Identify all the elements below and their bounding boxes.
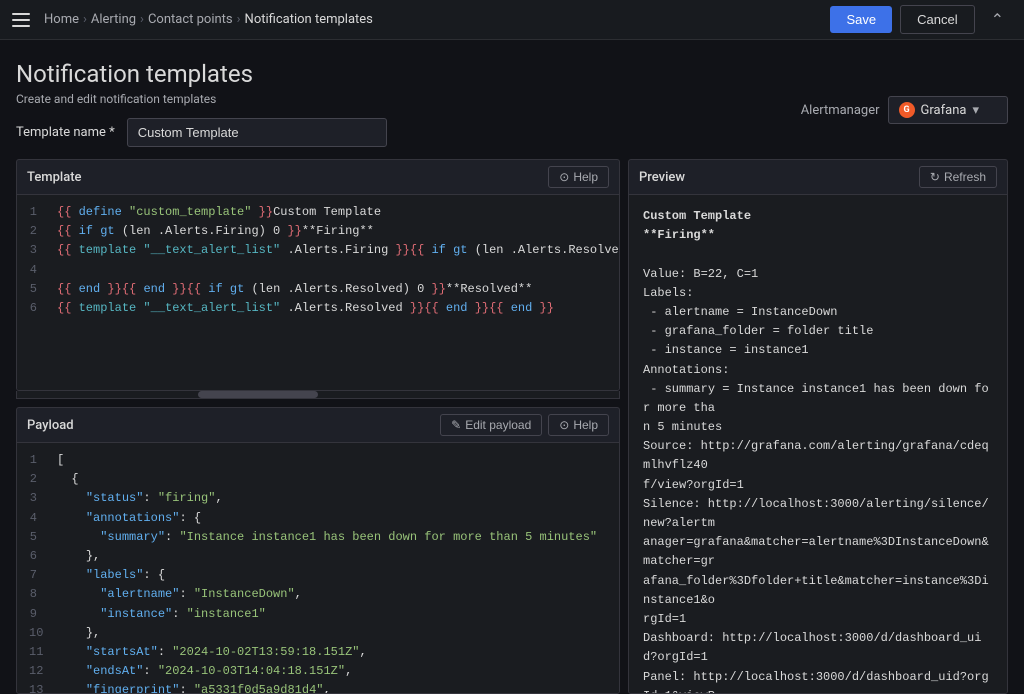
- payload-panel-header: Payload ✎ Edit payload ⊙ Help: [16, 407, 620, 442]
- alertmanager-select[interactable]: G Grafana ▾: [888, 96, 1008, 124]
- template-help-button[interactable]: ⊙ Help: [548, 166, 609, 188]
- payload-section: Payload ✎ Edit payload ⊙ Help 1 2 3 4 5 …: [16, 407, 620, 694]
- breadcrumb-alerting[interactable]: Alerting: [91, 12, 136, 27]
- template-code-content[interactable]: {{ define "custom_template" }}Custom Tem…: [49, 203, 620, 382]
- cancel-button[interactable]: Cancel: [900, 5, 974, 34]
- payload-header-right: ✎ Edit payload ⊙ Help: [440, 414, 609, 436]
- template-scrollbar-thumb: [198, 391, 318, 398]
- refresh-label: Refresh: [944, 170, 986, 184]
- preview-panel-title: Preview: [639, 170, 685, 185]
- template-header-right: ⊙ Help: [548, 166, 609, 188]
- main-content: Alertmanager G Grafana ▾ Notification te…: [0, 40, 1024, 694]
- payload-help-label: Help: [573, 418, 598, 432]
- edit-icon: ✎: [451, 418, 461, 432]
- refresh-icon: ↻: [930, 170, 940, 184]
- template-panel-title: Template: [27, 170, 82, 185]
- alertmanager-label: Alertmanager: [801, 103, 880, 118]
- payload-line-numbers: 1 2 3 4 5 6 7 8 9 10 11 12 13 14 15 16: [17, 451, 49, 685]
- help-label: Help: [573, 170, 598, 184]
- payload-help-button[interactable]: ⊙ Help: [548, 414, 609, 436]
- payload-panel-title: Payload: [27, 418, 74, 433]
- template-name-label: Template name *: [16, 125, 115, 140]
- template-name-input[interactable]: [127, 118, 387, 147]
- refresh-button[interactable]: ↻ Refresh: [919, 166, 997, 188]
- right-panel: Preview ↻ Refresh Custom Template **Firi…: [628, 159, 1008, 694]
- breadcrumb-sep-3: ›: [237, 12, 241, 27]
- chevron-up-icon[interactable]: ⌃: [983, 6, 1012, 33]
- line-numbers: 1 2 3 4 5 6: [17, 203, 49, 382]
- breadcrumb-home[interactable]: Home: [44, 12, 79, 27]
- payload-question-icon: ⊙: [559, 418, 569, 432]
- breadcrumb-contact-points[interactable]: Contact points: [148, 12, 233, 27]
- breadcrumb: Home › Alerting › Contact points › Notif…: [44, 12, 373, 27]
- payload-code-editor[interactable]: 1 2 3 4 5 6 7 8 9 10 11 12 13 14 15 16 […: [16, 442, 620, 694]
- payload-code-content[interactable]: [ { "status": "firing", "annotations": {…: [49, 451, 620, 685]
- question-icon: ⊙: [559, 170, 569, 184]
- alertmanager-row: Alertmanager G Grafana ▾: [801, 96, 1008, 124]
- preview-header: Preview ↻ Refresh: [628, 159, 1008, 194]
- template-name-row: Template name *: [0, 118, 1024, 159]
- topbar: Home › Alerting › Contact points › Notif…: [0, 0, 1024, 40]
- save-button[interactable]: Save: [830, 6, 892, 33]
- template-code-editor[interactable]: 1 2 3 4 5 6 {{ define "custom_template" …: [16, 194, 620, 391]
- topbar-left: Home › Alerting › Contact points › Notif…: [12, 12, 373, 27]
- alertmanager-value: Grafana: [921, 103, 967, 118]
- breadcrumb-sep-2: ›: [140, 12, 144, 27]
- template-panel-header: Template ⊙ Help: [16, 159, 620, 194]
- edit-payload-button[interactable]: ✎ Edit payload: [440, 414, 542, 436]
- left-panel: Template ⊙ Help 1 2 3 4 5 6 {{ define "c…: [16, 159, 620, 694]
- edit-payload-label: Edit payload: [465, 418, 531, 432]
- breadcrumb-current: Notification templates: [245, 12, 373, 27]
- grafana-icon: G: [899, 102, 915, 118]
- hamburger-icon[interactable]: [12, 13, 30, 27]
- topbar-right: Save Cancel ⌃: [830, 5, 1012, 34]
- chevron-down-icon: ▾: [972, 103, 979, 118]
- template-section: Template ⊙ Help 1 2 3 4 5 6 {{ define "c…: [16, 159, 620, 399]
- breadcrumb-sep-1: ›: [83, 12, 87, 27]
- editor-area: Template ⊙ Help 1 2 3 4 5 6 {{ define "c…: [0, 159, 1024, 694]
- page-title: Notification templates: [16, 60, 1008, 88]
- preview-content: Custom Template **Firing** Value: B=22, …: [628, 194, 1008, 694]
- template-scrollbar[interactable]: [16, 391, 620, 399]
